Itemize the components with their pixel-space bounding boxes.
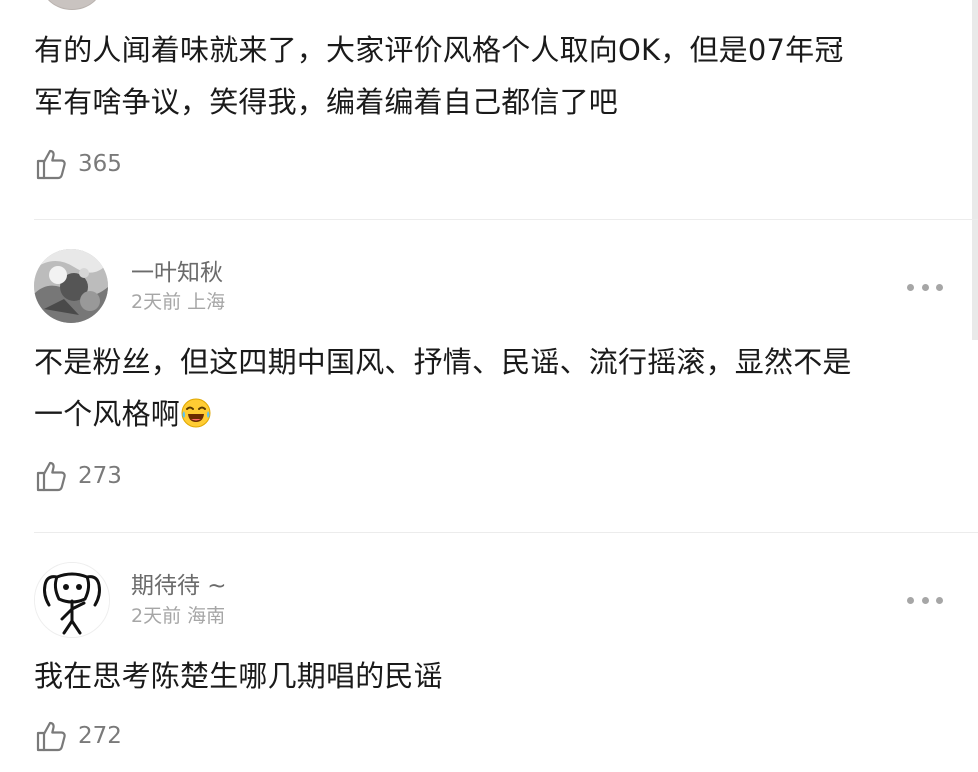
comment-text-line: 军有啥争议，笑得我，编着编着自己都信了吧	[34, 85, 619, 119]
laughing-tears-emoji-icon	[181, 398, 211, 428]
comment-text-line: 我在思考陈楚生哪几期唱的民谣	[34, 659, 443, 693]
avatar-image-icon	[34, 249, 108, 323]
thumbs-up-icon	[36, 461, 66, 492]
like-button[interactable]: 272	[34, 716, 122, 756]
comment-text-line: 一个风格啊	[34, 397, 181, 431]
scrollbar-track[interactable]	[972, 0, 978, 340]
thumbs-up-icon	[36, 149, 66, 180]
more-dots-icon[interactable]	[907, 595, 943, 605]
author-name[interactable]: 一叶知秋	[131, 253, 223, 287]
comment-text-line: 不是粉丝，但这四期中国风、抒情、民谣、流行摇滚，显然不是	[34, 345, 852, 379]
thumbs-up-icon	[36, 721, 66, 752]
comment-list-page: 有的人闻着味就来了，大家评价风格个人取向OK，但是07年冠 军有啥争议，笑得我，…	[0, 0, 978, 772]
avatar-doodle-icon	[35, 563, 109, 637]
divider	[34, 219, 978, 220]
comment-meta: 2天前 上海	[131, 291, 226, 313]
more-dots-icon[interactable]	[907, 282, 943, 292]
like-button[interactable]: 365	[34, 144, 122, 184]
comment-text: 我在思考陈楚生哪几期唱的民谣	[34, 650, 934, 702]
avatar[interactable]	[34, 249, 108, 323]
like-button[interactable]: 273	[34, 456, 122, 496]
avatar[interactable]	[34, 562, 110, 638]
like-count: 273	[78, 463, 122, 489]
avatar[interactable]	[42, 0, 102, 10]
comment-meta: 2天前 海南	[131, 605, 226, 627]
author-name[interactable]: 期待待 ~	[131, 566, 227, 600]
comment-text-line: 有的人闻着味就来了，大家评价风格个人取向OK，但是07年冠	[34, 33, 844, 67]
divider	[34, 532, 978, 533]
like-count: 272	[78, 723, 122, 749]
comment-text: 有的人闻着味就来了，大家评价风格个人取向OK，但是07年冠 军有啥争议，笑得我，…	[34, 24, 934, 128]
like-count: 365	[78, 151, 122, 177]
comment-text: 不是粉丝，但这四期中国风、抒情、民谣、流行摇滚，显然不是 一个风格啊	[34, 336, 934, 440]
